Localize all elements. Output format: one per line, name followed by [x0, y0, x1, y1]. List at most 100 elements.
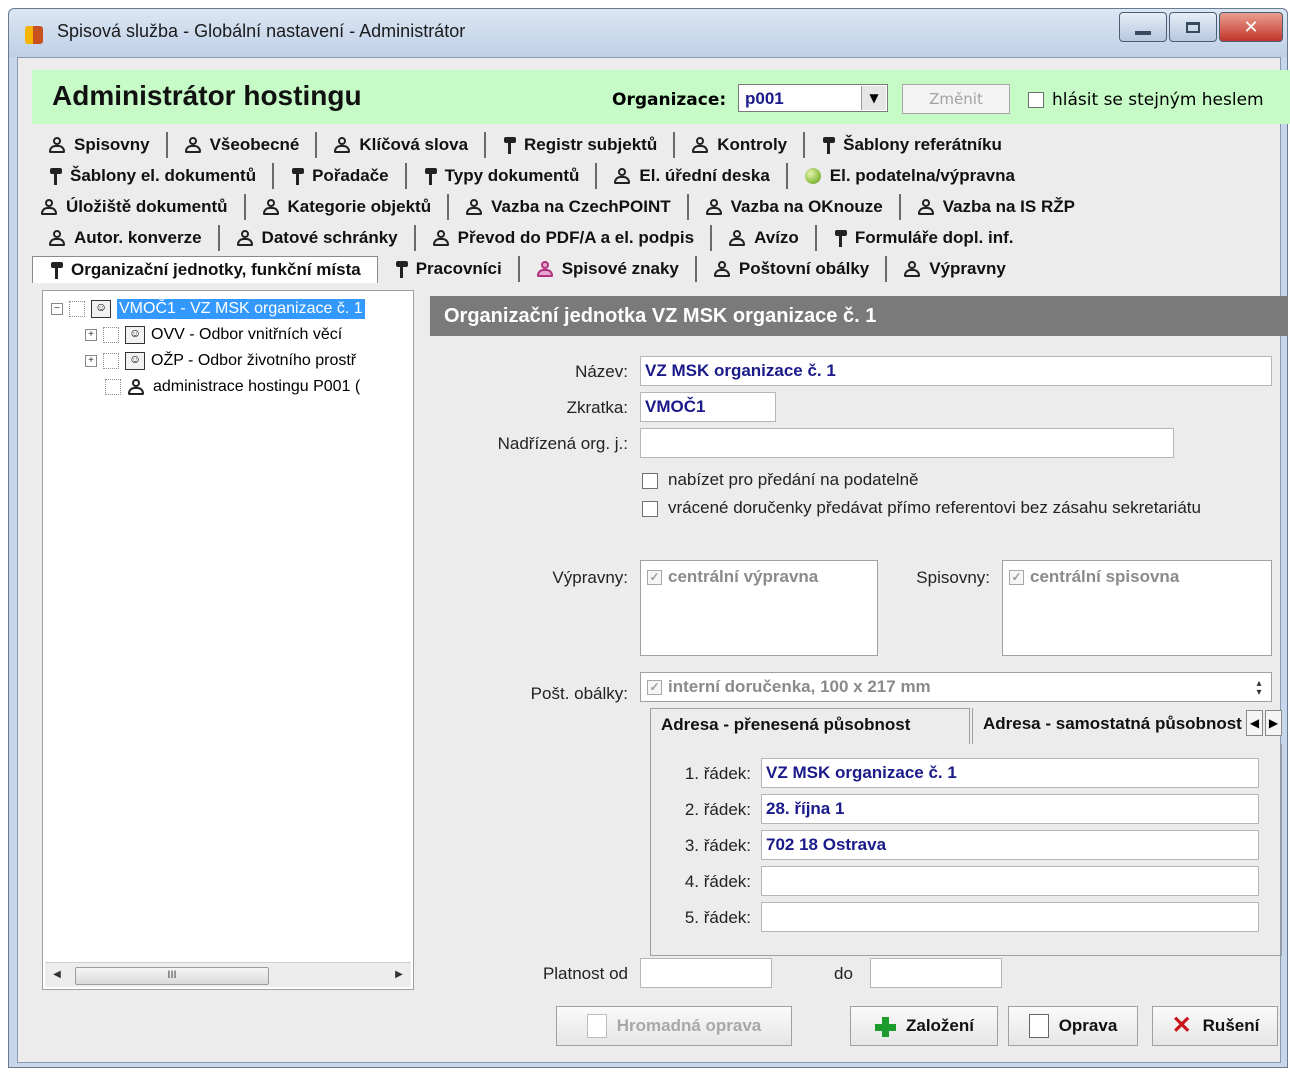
person-icon	[903, 260, 921, 278]
maximize-button[interactable]	[1169, 12, 1217, 42]
tab-vypravny[interactable]: Výpravny	[887, 256, 1022, 282]
tab-avizo[interactable]: Avízo	[712, 225, 817, 251]
tab-autor-konverze[interactable]: Autor. konverze	[32, 225, 220, 251]
address-line-3-field[interactable]: 702 18 Ostrava	[761, 830, 1259, 860]
tree-node-checkbox[interactable]	[103, 327, 119, 343]
offer-to-filing-option[interactable]: nabízet pro předání na podatelně	[642, 470, 918, 490]
expand-icon[interactable]: +	[85, 329, 97, 341]
org-tree[interactable]: − VMOČ1 - VZ MSK organizace č. 1 + OVV - O…	[42, 290, 414, 990]
return-receipts-option[interactable]: vrácené doručenky předávat přímo referen…	[642, 498, 1201, 518]
return-receipts-checkbox[interactable]	[642, 500, 658, 517]
x-icon: ✕	[1171, 1012, 1192, 1039]
address-line-2-field[interactable]: 28. října 1	[761, 794, 1259, 824]
tab-vazba-czechpoint[interactable]: Vazba na CzechPOINT	[449, 194, 689, 220]
parent-field[interactable]	[640, 428, 1174, 458]
envelopes-list[interactable]: ✓ interní doručenka, 100 x 217 mm ▴ ▾	[640, 672, 1272, 702]
tab-uloziste-dokumentu[interactable]: Úložiště dokumentů	[32, 194, 246, 220]
tree-node-ozp[interactable]: + OŽP - Odbor životního prostř	[85, 349, 356, 373]
tab-formulare-dopl-inf[interactable]: Formuláře dopl. inf.	[817, 225, 1030, 251]
tab-address-independent[interactable]: Adresa - samostatná působnost	[972, 708, 1242, 744]
application-window: Spisová služba - Globální nastavení - Ad…	[8, 8, 1290, 1068]
org-select[interactable]: p001 ▼	[738, 84, 888, 112]
scroll-thumb[interactable]: III	[75, 967, 269, 985]
check-icon: ✓	[1009, 570, 1024, 586]
horizontal-scrollbar[interactable]: ◀ III ▶	[45, 962, 411, 987]
close-button[interactable]: ✕	[1219, 12, 1283, 42]
tab-postovni-obalky[interactable]: Poštovní obálky	[697, 256, 888, 282]
tab-pracovnici[interactable]: Pracovníci	[378, 256, 520, 282]
minimize-button[interactable]	[1119, 12, 1167, 42]
address-line-5-field[interactable]	[761, 902, 1259, 932]
address-line-5-label: 5. řádek:	[684, 908, 751, 927]
tab-sablony-referatniku[interactable]: Šablony referátníku	[805, 132, 1018, 158]
tree-node-root[interactable]: − VMOČ1 - VZ MSK organizace č. 1	[51, 297, 365, 321]
address-tabs: Adresa - přenesená působnost Adresa - sa…	[650, 708, 1282, 746]
edit-button[interactable]: Oprava	[1008, 1006, 1138, 1046]
tab-typy-dokumentu[interactable]: Typy dokumentů	[407, 163, 598, 189]
address-line-1-field[interactable]: VZ MSK organizace č. 1	[761, 758, 1259, 788]
envelope-item[interactable]: ✓ interní doručenka, 100 x 217 mm	[647, 677, 931, 697]
change-button[interactable]: Změnit	[902, 84, 1010, 114]
chevron-right-icon[interactable]: ▶	[1265, 710, 1282, 736]
tree-node-checkbox[interactable]	[105, 379, 121, 395]
offer-to-filing-checkbox[interactable]	[642, 472, 658, 489]
tab-datove-schranky[interactable]: Datové schránky	[220, 225, 416, 251]
person-icon	[127, 378, 145, 396]
person-icon	[236, 229, 254, 247]
tree-node-checkbox[interactable]	[103, 353, 119, 369]
tree-node-checkbox[interactable]	[69, 301, 85, 317]
chevron-left-icon[interactable]: ◀	[1246, 710, 1263, 736]
tab-el-uredni-deska[interactable]: El. úřední deska	[597, 163, 788, 189]
tab-spisovny[interactable]: Spisovny	[32, 132, 168, 158]
tab-poradace[interactable]: Pořadače	[274, 163, 407, 189]
tab-prevod-pdfa[interactable]: Převod do PDF/A a el. podpis	[416, 225, 713, 251]
name-field[interactable]: VZ MSK organizace č. 1	[640, 356, 1272, 386]
person-icon	[691, 136, 709, 154]
tab-spisove-znaky[interactable]: Spisové znaky	[520, 256, 697, 282]
person-icon	[917, 198, 935, 216]
tree-node-ovv[interactable]: + OVV - Odbor vnitřních věcí	[85, 323, 342, 347]
person-icon	[40, 198, 58, 216]
same-password-checkbox[interactable]	[1028, 92, 1044, 108]
registry-list[interactable]: ✓ centrální spisovna	[1002, 560, 1272, 656]
tab-vseobecne[interactable]: Všeobecné	[168, 132, 318, 158]
valid-to-field[interactable]	[870, 958, 1002, 988]
tab-label: Registr subjektů	[524, 135, 658, 154]
valid-to-label: do	[834, 964, 853, 983]
tab-vazba-is-rzp[interactable]: Vazba na IS RŽP	[901, 194, 1091, 220]
same-password-option[interactable]: hlásit se stejným heslem	[1028, 90, 1264, 110]
tab-label: Organizační jednotky, funkční místa	[71, 259, 361, 279]
tab-kategorie-objektu[interactable]: Kategorie objektů	[246, 194, 450, 220]
tab-el-podatelna[interactable]: El. podatelna/výpravna	[788, 163, 1031, 189]
create-button[interactable]: Založení	[850, 1006, 998, 1046]
tree-icon	[48, 167, 62, 185]
tree-icon	[290, 167, 305, 185]
cancel-label: Rušení	[1202, 1016, 1260, 1035]
tab-vazba-oknouze[interactable]: Vazba na OKnouze	[689, 194, 901, 220]
address-line-4-field[interactable]	[761, 866, 1259, 896]
scroll-right-icon[interactable]: ▶	[391, 966, 407, 984]
valid-from-field[interactable]	[640, 958, 772, 988]
edit-label: Oprava	[1058, 1016, 1118, 1035]
header-bar: Administrátor hostingu Organizace: p001 …	[32, 70, 1290, 124]
chevron-down-icon[interactable]: ▼	[861, 86, 886, 110]
abbr-field[interactable]: VMOČ1	[640, 392, 776, 422]
tab-registr-subjektu[interactable]: Registr subjektů	[486, 132, 676, 158]
dispatch-item[interactable]: ✓ centrální výpravna	[647, 567, 818, 587]
registry-item[interactable]: ✓ centrální spisovna	[1009, 567, 1179, 587]
app-icon	[25, 26, 43, 44]
collapse-icon[interactable]: −	[51, 303, 63, 315]
tree-node-label: VMOČ1 - VZ MSK organizace č. 1	[117, 299, 365, 319]
scroll-left-icon[interactable]: ◀	[49, 966, 65, 984]
tree-node-admin[interactable]: administrace hostingu P001 (	[105, 375, 360, 399]
cancel-button[interactable]: ✕ Rušení	[1152, 1006, 1278, 1046]
dispatch-list[interactable]: ✓ centrální výpravna	[640, 560, 878, 656]
tab-sablony-el-dokumentu[interactable]: Šablony el. dokumentů	[32, 163, 275, 189]
tab-organizacni-jednotky[interactable]: Organizační jednotky, funkční místa	[32, 255, 378, 283]
bulk-edit-button[interactable]: Hromadná oprava	[556, 1006, 792, 1046]
expand-icon[interactable]: +	[85, 355, 97, 367]
tab-address-delegated[interactable]: Adresa - přenesená působnost	[650, 708, 970, 744]
spin-arrows-icon[interactable]: ▴ ▾	[1251, 679, 1267, 698]
tab-klicova-slova[interactable]: Klíčová slova	[317, 132, 487, 158]
tab-kontroly[interactable]: Kontroly	[675, 132, 806, 158]
